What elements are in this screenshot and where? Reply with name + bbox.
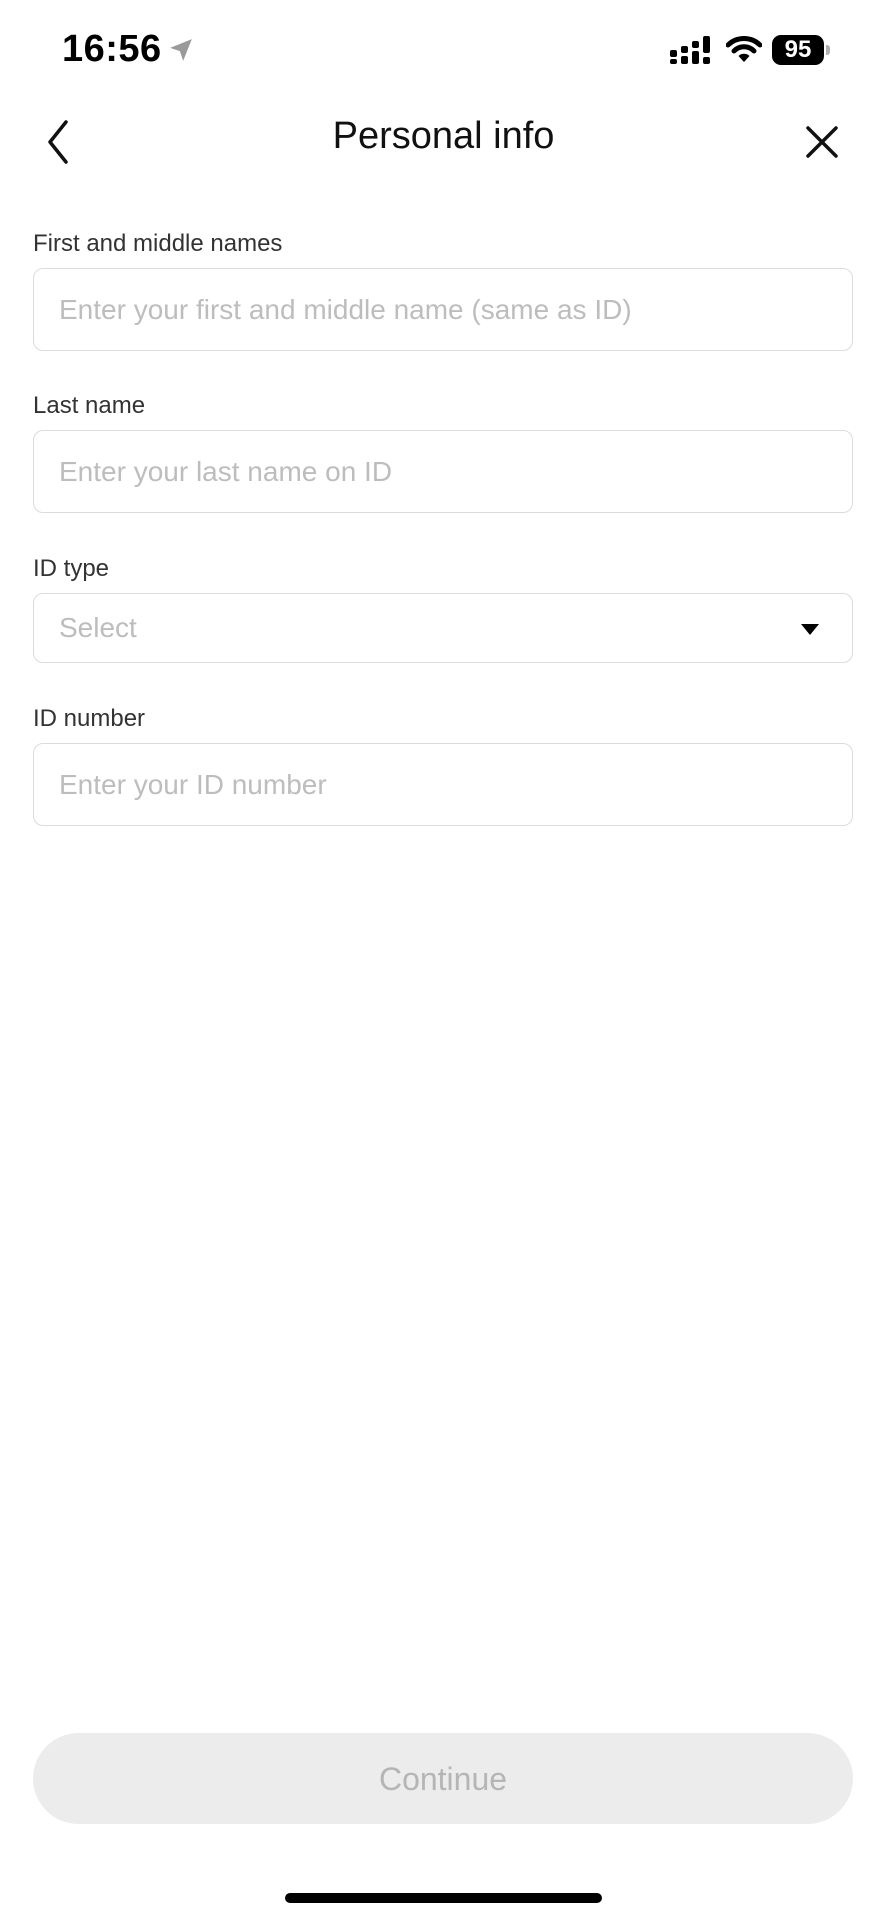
home-indicator[interactable] [285,1893,602,1903]
id-type-selected-value: Select [59,612,137,643]
id-number-input[interactable] [34,744,852,825]
last-name-input[interactable] [34,431,852,512]
last-name-field [33,430,853,513]
id-number-label: ID number [33,705,146,732]
battery-cap [826,45,830,55]
id-number-field [33,743,853,826]
first-middle-names-input[interactable] [34,269,852,350]
id-type-select[interactable]: Select [33,593,853,663]
first-middle-names-field [33,268,853,351]
battery-level: 95 [772,35,824,65]
caret-down-icon [801,624,819,635]
location-arrow-icon [170,39,192,61]
signal-icon [670,36,710,64]
id-type-label: ID type [33,555,110,582]
continue-button[interactable]: Continue [33,1733,853,1824]
close-icon[interactable] [798,118,846,166]
status-bar: 16:56 95 [0,0,887,100]
first-middle-names-label: First and middle names [33,230,283,257]
battery-icon: 95 [772,35,830,65]
last-name-label: Last name [33,392,146,419]
wifi-icon [726,36,762,62]
status-time: 16:56 [62,28,162,70]
page-title: Personal info [332,115,555,157]
